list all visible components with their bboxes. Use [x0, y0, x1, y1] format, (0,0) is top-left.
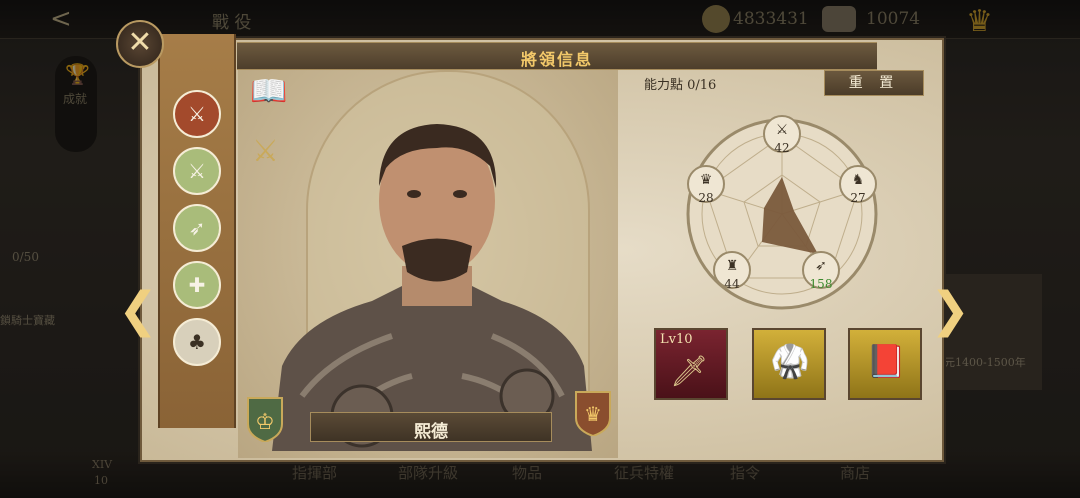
svg-text:42: 42 [774, 141, 789, 155]
svg-text:♜: ♜ [726, 258, 739, 274]
crossbow-icon[interactable]: ✚ [173, 261, 221, 309]
svg-text:♛: ♛ [584, 402, 602, 426]
armor-item-slot[interactable]: 🥋 [752, 328, 826, 400]
svg-text:♔: ♔ [255, 410, 275, 435]
general-info-panel: 熙德 ♔ ♛ 將領信息 📖 ⚔ 能力點 0/16 重 置 ⚔ 42 ♛ 28 ♞… [140, 38, 944, 462]
svg-text:44: 44 [724, 277, 740, 291]
forest-terrain-icon[interactable]: ♣ [173, 318, 221, 366]
shield-swords-icon[interactable]: ⚔ [252, 134, 279, 169]
sword-icon: 🗡 [670, 354, 709, 389]
general-name-plate: 熙德 [310, 412, 552, 442]
weapon-level: Lv10 [660, 332, 693, 347]
title-bar: 將領信息 [237, 42, 877, 70]
general-portrait [272, 124, 592, 451]
svg-text:♛: ♛ [700, 172, 713, 188]
svg-text:28: 28 [698, 191, 713, 205]
chainmail-icon: 🥋 [770, 342, 810, 380]
reset-button[interactable]: 重 置 [824, 70, 924, 96]
tome-icon: 📕 [866, 342, 906, 380]
crossed-swords-icon[interactable]: ⚔ [173, 147, 221, 195]
book-quill-icon[interactable]: 📖 [250, 74, 287, 109]
svg-text:➶: ➶ [815, 258, 827, 274]
stats-radar: ⚔ 42 ♛ 28 ♞ 27 ♜ 44 ➶ 158 [686, 115, 878, 310]
next-general-arrow[interactable]: ❯ [930, 282, 970, 338]
book-item-slot[interactable]: 📕 [848, 328, 922, 400]
svg-text:♞: ♞ [852, 172, 865, 188]
general-name: 熙德 [414, 422, 448, 442]
svg-text:27: 27 [850, 191, 865, 205]
sword-spear-icon[interactable]: ⚔ [173, 90, 221, 138]
close-button[interactable]: ✕ [116, 20, 164, 68]
svg-text:⚔: ⚔ [776, 122, 789, 138]
weapon-item-slot[interactable]: Lv10 🗡 [654, 328, 728, 400]
ability-points: 能力點 0/16 [644, 78, 717, 93]
crown-shield-icon[interactable]: ♛ [574, 390, 612, 436]
bow-icon[interactable]: ➶ [173, 204, 221, 252]
svg-text:158: 158 [810, 277, 833, 291]
troop-type-sidebar: ⚔ ⚔ ➶ ✚ ♣ [158, 34, 236, 428]
previous-general-arrow[interactable]: ❮ [118, 282, 158, 338]
chess-king-shield-icon[interactable]: ♔ [246, 396, 284, 442]
panel-title: 將領信息 [520, 50, 593, 69]
